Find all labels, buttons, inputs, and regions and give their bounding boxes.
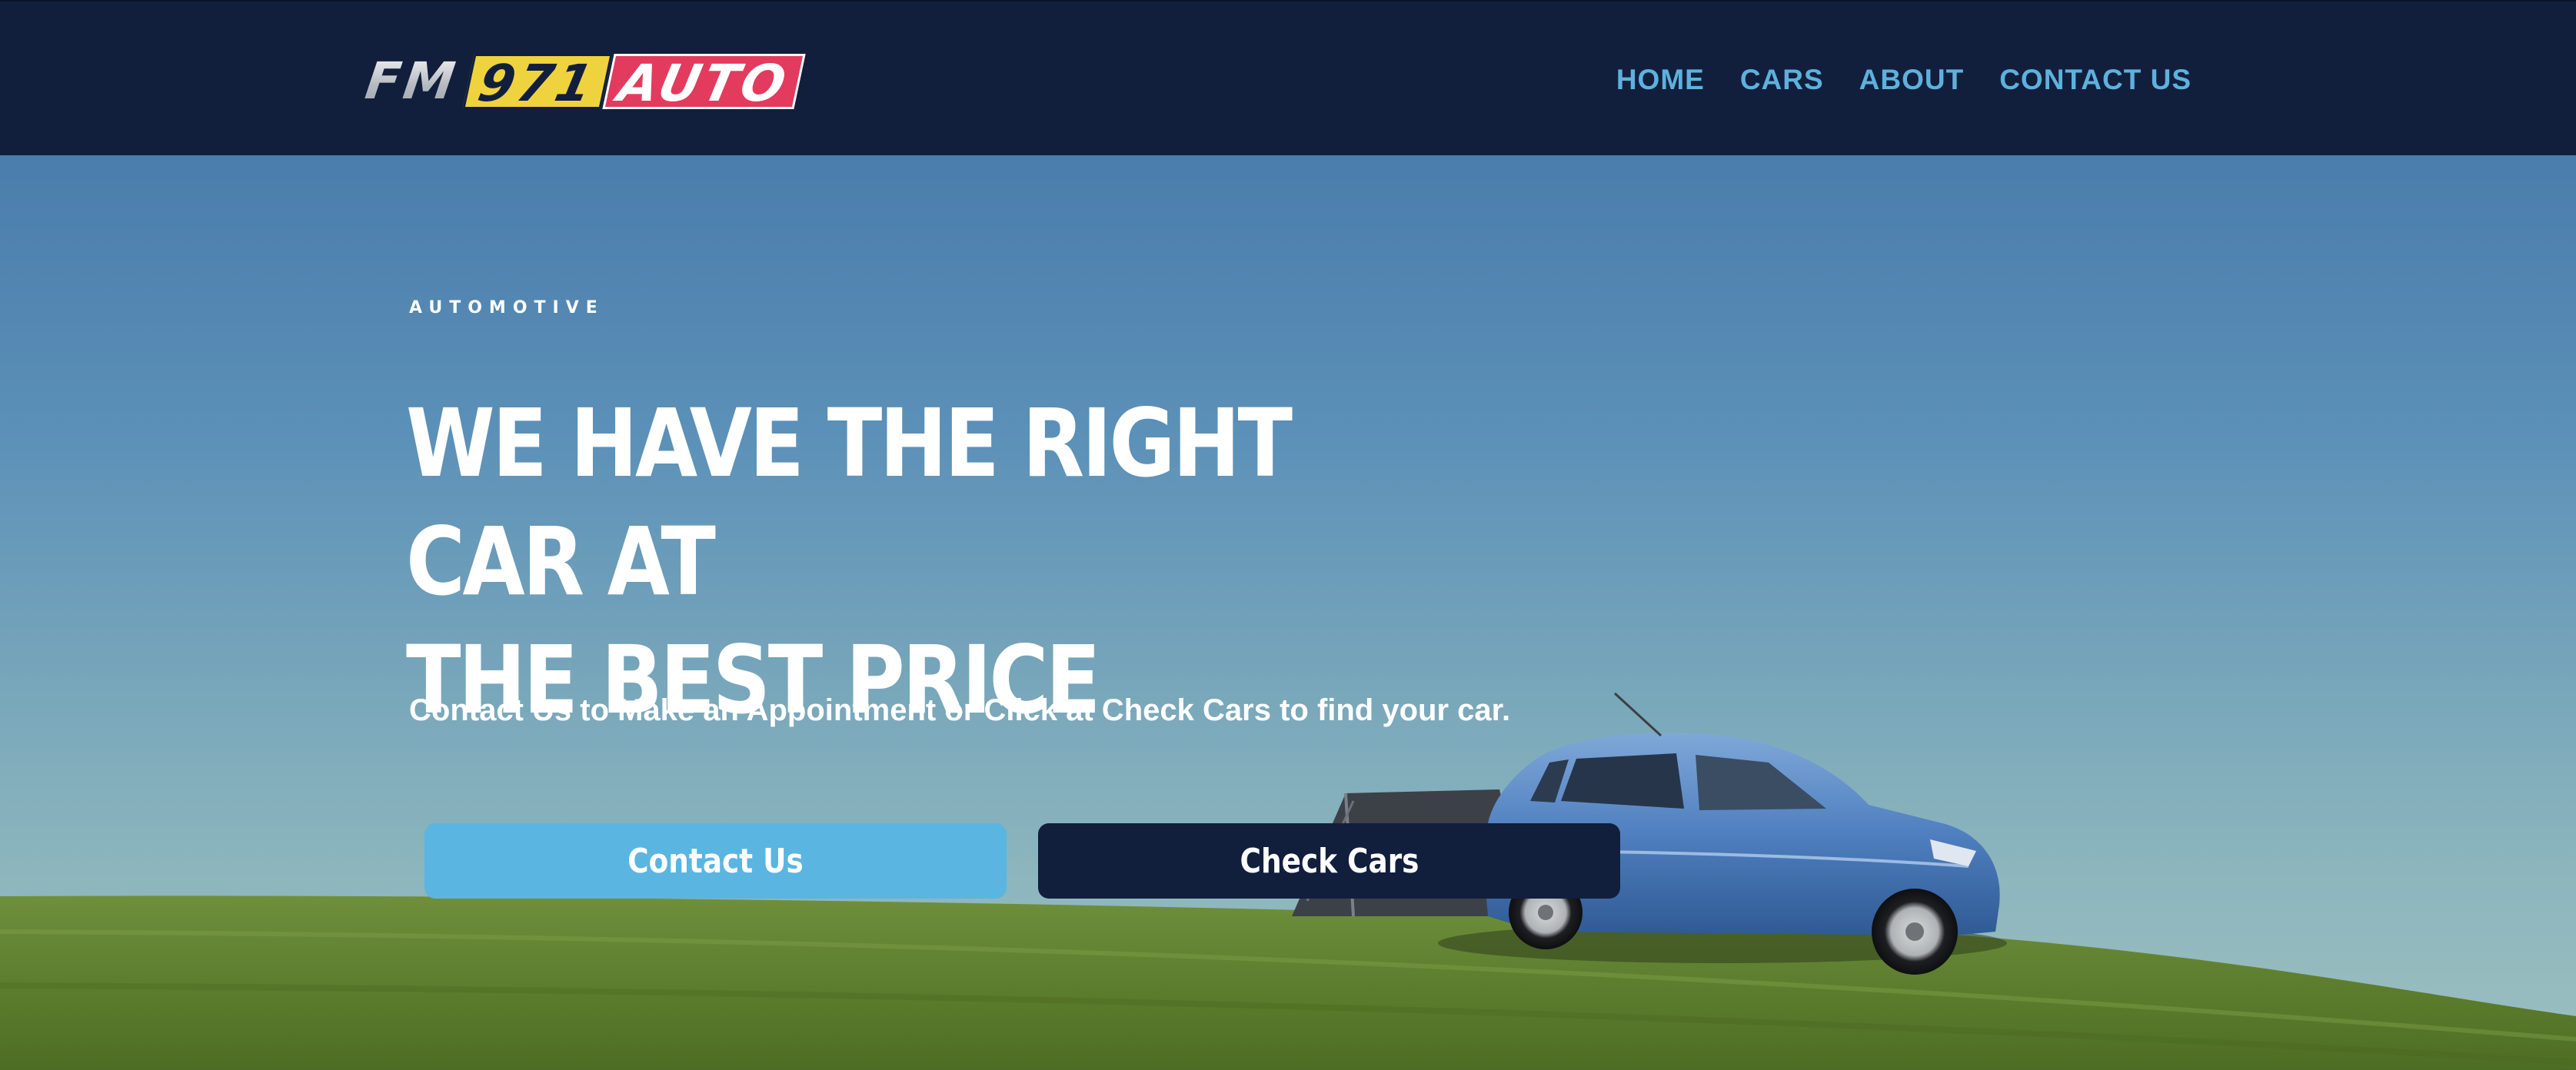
contact-us-button[interactable]: Contact Us (424, 823, 1007, 899)
hero-section: AUTOMOTIVE WE HAVE THE RIGHT CAR AT THE … (0, 155, 2576, 1070)
check-cars-button[interactable]: Check Cars (1038, 823, 1620, 899)
check-cars-button-label: Check Cars (1240, 841, 1419, 881)
hero-eyebrow: AUTOMOTIVE (409, 298, 604, 317)
main-nav: HOME CARS ABOUT CONTACT US (1616, 61, 2192, 98)
logo-number-text: 971 (462, 54, 613, 113)
hero-headline-line1: WE HAVE THE RIGHT CAR AT (406, 389, 1293, 616)
nav-link-home[interactable]: HOME (1616, 64, 1705, 96)
nav-link-contact-us[interactable]: CONTACT US (1999, 64, 2192, 96)
contact-us-button-label: Contact Us (627, 841, 804, 881)
nav-link-cars[interactable]: CARS (1740, 64, 1824, 96)
hero-headline: WE HAVE THE RIGHT CAR AT THE BEST PRICE (406, 384, 1398, 739)
hero-subtitle: Contact Us to Make an Appointment or Cli… (409, 693, 1511, 727)
site-header: FM 971 AUTO HOME CARS ABOUT CONTACT US (0, 0, 2576, 155)
site-logo[interactable]: FM 971 AUTO (362, 52, 806, 113)
logo-auto-text: AUTO (601, 54, 806, 113)
logo-fm-text: FM (359, 52, 468, 111)
nav-link-about[interactable]: ABOUT (1859, 64, 1965, 96)
